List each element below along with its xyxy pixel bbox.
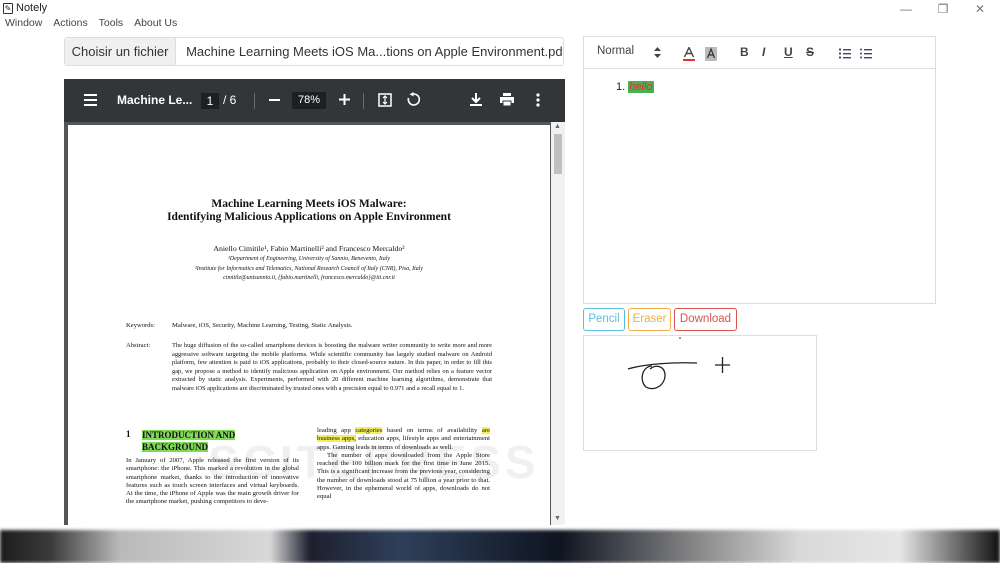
intro-left-column: In January of 2007, Apple released the f… bbox=[126, 457, 299, 506]
minimize-button[interactable]: — bbox=[888, 0, 924, 18]
list-number: 1. bbox=[616, 81, 626, 93]
rich-text-editor: Normal B I U S 1. hello bbox=[583, 36, 936, 304]
choose-file-button[interactable]: Choisir un fichier bbox=[65, 38, 177, 65]
paper-affiliation-2: ²Institute for Informatics and Telematic… bbox=[194, 266, 424, 272]
highlight-yellow: categories bbox=[355, 427, 383, 434]
bullet-list-icon[interactable] bbox=[860, 48, 872, 59]
underline-button[interactable]: U bbox=[784, 45, 793, 59]
italic-button[interactable]: I bbox=[762, 45, 765, 59]
editor-content[interactable]: 1. hello bbox=[616, 81, 654, 93]
pdf-viewer: Machine Le... 1 / 6 78% SCITEPRESS Machi… bbox=[64, 79, 565, 525]
download-icon[interactable] bbox=[470, 93, 482, 106]
eraser-button[interactable]: Eraser bbox=[628, 308, 671, 331]
sketch-drawing bbox=[627, 337, 730, 390]
pdf-doc-title: Machine Le... bbox=[117, 93, 193, 107]
scroll-up-icon[interactable]: ▲ bbox=[554, 123, 561, 130]
pencil-button[interactable]: Pencil bbox=[583, 308, 625, 331]
text-run: based on terms of availability bbox=[382, 427, 482, 434]
close-button[interactable]: ✕ bbox=[962, 0, 998, 18]
format-select[interactable]: Normal bbox=[597, 45, 634, 57]
bold-button[interactable]: B bbox=[740, 45, 749, 59]
ordered-list-icon[interactable] bbox=[839, 48, 851, 59]
fit-page-icon[interactable] bbox=[378, 93, 392, 107]
app-icon: ✎ bbox=[3, 3, 13, 14]
paper-title-line-2: Identifying Malicious Applications on Ap… bbox=[167, 211, 451, 223]
paper-affiliation-1: ¹Department of Engineering, University o… bbox=[227, 256, 391, 262]
title-bar: ✎ Notely — ❐ ✕ bbox=[0, 0, 1000, 18]
menu-actions[interactable]: Actions bbox=[53, 17, 87, 29]
list-item-text[interactable]: hello bbox=[628, 81, 654, 93]
paper-title-line-1: Machine Learning Meets iOS Malware: bbox=[211, 198, 407, 210]
toolbar-divider bbox=[363, 93, 364, 109]
zoom-in-icon[interactable] bbox=[339, 94, 350, 105]
zoom-level[interactable]: 78% bbox=[292, 92, 326, 109]
editor-toolbar: Normal B I U S bbox=[584, 37, 935, 69]
menu-about-us[interactable]: About Us bbox=[134, 17, 177, 29]
zoom-out-icon[interactable] bbox=[269, 99, 280, 101]
pdf-scrollbar[interactable]: ▲ ▼ bbox=[551, 122, 565, 525]
menu-tools[interactable]: Tools bbox=[99, 17, 124, 29]
pdf-page: SCITEPRESS Machine Learning Meets iOS Ma… bbox=[68, 125, 550, 525]
keywords-label: Keywords: bbox=[126, 322, 155, 329]
pdf-toolbar: Machine Le... 1 / 6 78% bbox=[64, 79, 565, 122]
section-number: 1 bbox=[126, 429, 131, 439]
paper-emails: cimitile@unisannio.it, {fabio.martinelli… bbox=[223, 275, 395, 281]
print-icon[interactable] bbox=[500, 93, 514, 106]
menu-icon[interactable] bbox=[84, 94, 97, 106]
scroll-thumb[interactable] bbox=[554, 134, 562, 174]
os-taskbar bbox=[0, 530, 1000, 563]
section-title-line-1: INTRODUCTION AND bbox=[142, 430, 236, 440]
text-run: leading app bbox=[317, 427, 356, 434]
restore-button[interactable]: ❐ bbox=[925, 0, 961, 18]
abstract-label: Abstract: bbox=[126, 342, 151, 349]
menu-window[interactable]: Window bbox=[5, 17, 42, 29]
paper-authors: Aniello Cimitile¹, Fabio Martinelli² and… bbox=[213, 244, 405, 253]
drawing-canvas[interactable] bbox=[583, 335, 817, 451]
strikethrough-button[interactable]: S bbox=[806, 45, 814, 59]
toolbar-divider bbox=[254, 93, 255, 109]
intro-right-column: leading app categories based on terms of… bbox=[317, 427, 490, 502]
download-button[interactable]: Download bbox=[674, 308, 737, 331]
menu-bar: Window Actions Tools About Us bbox=[0, 17, 180, 33]
text-color-icon[interactable] bbox=[683, 47, 695, 61]
scroll-down-icon[interactable]: ▼ bbox=[554, 515, 561, 522]
more-options-icon[interactable] bbox=[536, 93, 540, 107]
section-title-line-2: BACKGROUND bbox=[142, 442, 209, 452]
rotate-icon[interactable] bbox=[406, 92, 421, 107]
paragraph: The number of apps downloaded from the A… bbox=[317, 451, 490, 501]
page-total: / 6 bbox=[223, 93, 237, 107]
background-color-icon[interactable] bbox=[705, 47, 717, 61]
page-number-input[interactable]: 1 bbox=[201, 93, 219, 109]
section-heading: INTRODUCTION AND BACKGROUND bbox=[142, 429, 236, 453]
file-chooser: Choisir un fichier Machine Learning Meet… bbox=[64, 37, 564, 66]
keywords-text: Malware, iOS, Security, Machine Learning… bbox=[172, 322, 353, 329]
selected-file-name: Machine Learning Meets iOS Ma...tions on… bbox=[186, 44, 563, 59]
abstract-text: The huge diffusion of the so-called smar… bbox=[172, 342, 492, 392]
select-arrows-icon[interactable] bbox=[654, 47, 661, 58]
window-title: Notely bbox=[16, 2, 48, 14]
